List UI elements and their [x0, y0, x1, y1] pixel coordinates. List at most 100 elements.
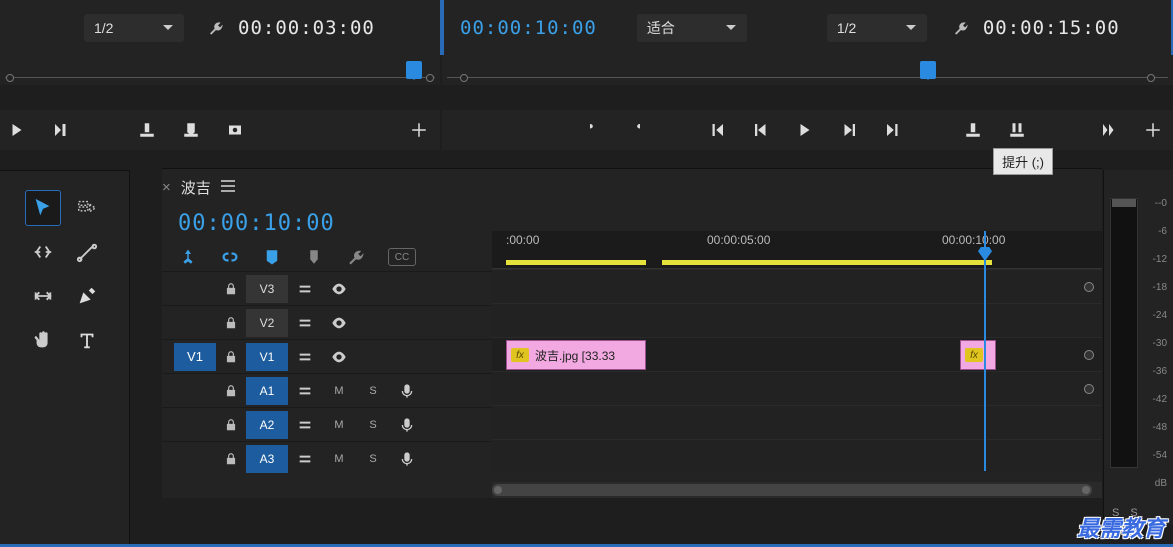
step-back-button[interactable]: [750, 119, 772, 141]
program-playhead[interactable]: [920, 61, 936, 79]
solo-toggle[interactable]: S: [356, 419, 390, 431]
marker-toggle[interactable]: [262, 247, 282, 267]
go-to-in-button[interactable]: [706, 119, 728, 141]
timeline-timecode[interactable]: 00:00:10:00: [178, 211, 335, 236]
scrollbar-grip-left[interactable]: [494, 486, 502, 494]
panel-menu-icon[interactable]: [221, 179, 235, 196]
pen-tool[interactable]: [69, 278, 105, 314]
sync-lock-toggle[interactable]: [288, 281, 322, 297]
source-patch-a1[interactable]: [174, 377, 216, 405]
export-frame-button[interactable]: [224, 119, 246, 141]
track-label[interactable]: A2: [246, 411, 288, 439]
timeline-clip-area[interactable]: :00:00 00:00:05:00 00:00:10:00 fx 波吉.jpg…: [492, 231, 1102, 471]
overwrite-button[interactable]: [180, 119, 202, 141]
slip-tool[interactable]: [25, 278, 61, 314]
timeline-scrollbar[interactable]: [492, 482, 1102, 498]
button-editor[interactable]: [408, 119, 430, 141]
go-to-out-button[interactable]: [882, 119, 904, 141]
mark-out-button[interactable]: [626, 119, 648, 141]
lift-button[interactable]: [962, 119, 984, 141]
source-timecode[interactable]: 00:00:03:00: [238, 14, 375, 42]
mute-toggle[interactable]: M: [322, 419, 356, 431]
track-label[interactable]: V3: [246, 275, 288, 303]
timeline-settings-button[interactable]: [346, 247, 366, 267]
sync-lock-toggle[interactable]: [288, 383, 322, 399]
work-area-bar[interactable]: [662, 260, 992, 265]
captions-button[interactable]: CC: [388, 248, 416, 266]
lane-a1[interactable]: [492, 371, 1102, 405]
voiceover-button[interactable]: [390, 417, 424, 433]
lane-v3[interactable]: [492, 269, 1102, 303]
track-label[interactable]: V2: [246, 309, 288, 337]
source-patch-a3[interactable]: [174, 445, 216, 473]
program-mini-ruler[interactable]: [442, 55, 1173, 85]
mark-in-button[interactable]: [582, 119, 604, 141]
track-label[interactable]: V1: [246, 343, 288, 371]
source-patch-v3[interactable]: [174, 275, 216, 303]
program-fit-dropdown[interactable]: 适合: [637, 14, 747, 42]
meter-bars[interactable]: [1110, 198, 1138, 468]
lane-a3[interactable]: [492, 439, 1102, 473]
sequence-tab[interactable]: × 波吉: [162, 177, 235, 198]
timeline-playhead[interactable]: [984, 231, 986, 471]
sync-lock-toggle[interactable]: [288, 349, 322, 365]
solo-toggle[interactable]: S: [356, 385, 390, 397]
lock-toggle[interactable]: [216, 384, 246, 398]
hand-tool[interactable]: [25, 322, 61, 358]
mute-toggle[interactable]: M: [322, 385, 356, 397]
source-zoom-dropdown[interactable]: 1/2: [84, 14, 184, 42]
track-output-toggle[interactable]: [322, 281, 356, 297]
lock-toggle[interactable]: [216, 418, 246, 432]
source-patch-v2[interactable]: [174, 309, 216, 337]
program-timecode-in[interactable]: 00:00:10:00: [460, 14, 597, 42]
overflow-button[interactable]: [1098, 119, 1120, 141]
program-timecode-out[interactable]: 00:00:15:00: [983, 14, 1120, 42]
mute-toggle[interactable]: M: [322, 453, 356, 465]
timeline-ruler[interactable]: :00:00 00:00:05:00 00:00:10:00: [492, 231, 1102, 269]
razor-tool[interactable]: [69, 234, 105, 270]
track-label[interactable]: A3: [246, 445, 288, 473]
clip-v1-main[interactable]: fx 波吉.jpg [33.33: [506, 340, 646, 370]
linked-selection-toggle[interactable]: [220, 247, 240, 267]
type-tool[interactable]: [69, 322, 105, 358]
lane-v1[interactable]: fx 波吉.jpg [33.33 fx: [492, 337, 1102, 371]
lock-toggle[interactable]: [216, 316, 246, 330]
lock-toggle[interactable]: [216, 282, 246, 296]
ripple-edit-tool[interactable]: [25, 234, 61, 270]
solo-toggle[interactable]: S: [356, 453, 390, 465]
track-output-toggle[interactable]: [322, 315, 356, 331]
source-settings-button[interactable]: [208, 14, 224, 42]
play-button[interactable]: [794, 119, 816, 141]
snap-toggle[interactable]: [178, 247, 198, 267]
step-fwd-button[interactable]: [50, 119, 72, 141]
button-editor[interactable]: [1142, 119, 1164, 141]
work-area-bar[interactable]: [506, 260, 646, 265]
track-select-tool[interactable]: [69, 190, 105, 226]
lane-v2[interactable]: [492, 303, 1102, 337]
step-fwd-button[interactable]: [838, 119, 860, 141]
program-settings-button[interactable]: [953, 14, 969, 42]
clip-v1-tail[interactable]: fx: [960, 340, 996, 370]
voiceover-button[interactable]: [390, 383, 424, 399]
close-tab-icon[interactable]: ×: [162, 179, 171, 196]
play-button[interactable]: [6, 119, 28, 141]
insert-button[interactable]: [136, 119, 158, 141]
track-label[interactable]: A1: [246, 377, 288, 405]
sync-lock-toggle[interactable]: [288, 315, 322, 331]
scrollbar-grip-right[interactable]: [1082, 486, 1090, 494]
source-patch-a2[interactable]: [174, 411, 216, 439]
program-zoom-dropdown[interactable]: 1/2: [827, 14, 927, 42]
scrollbar-thumb[interactable]: [492, 484, 1092, 496]
source-mini-ruler[interactable]: [0, 55, 440, 85]
sync-lock-toggle[interactable]: [288, 417, 322, 433]
sync-lock-toggle[interactable]: [288, 451, 322, 467]
lock-toggle[interactable]: [216, 452, 246, 466]
add-marker-button[interactable]: [304, 247, 324, 267]
lock-toggle[interactable]: [216, 350, 246, 364]
source-patch-v1[interactable]: V1: [174, 343, 216, 371]
lane-a2[interactable]: [492, 405, 1102, 439]
voiceover-button[interactable]: [390, 451, 424, 467]
selection-tool[interactable]: [25, 190, 61, 226]
source-playhead[interactable]: [406, 61, 422, 79]
extract-button[interactable]: [1006, 119, 1028, 141]
